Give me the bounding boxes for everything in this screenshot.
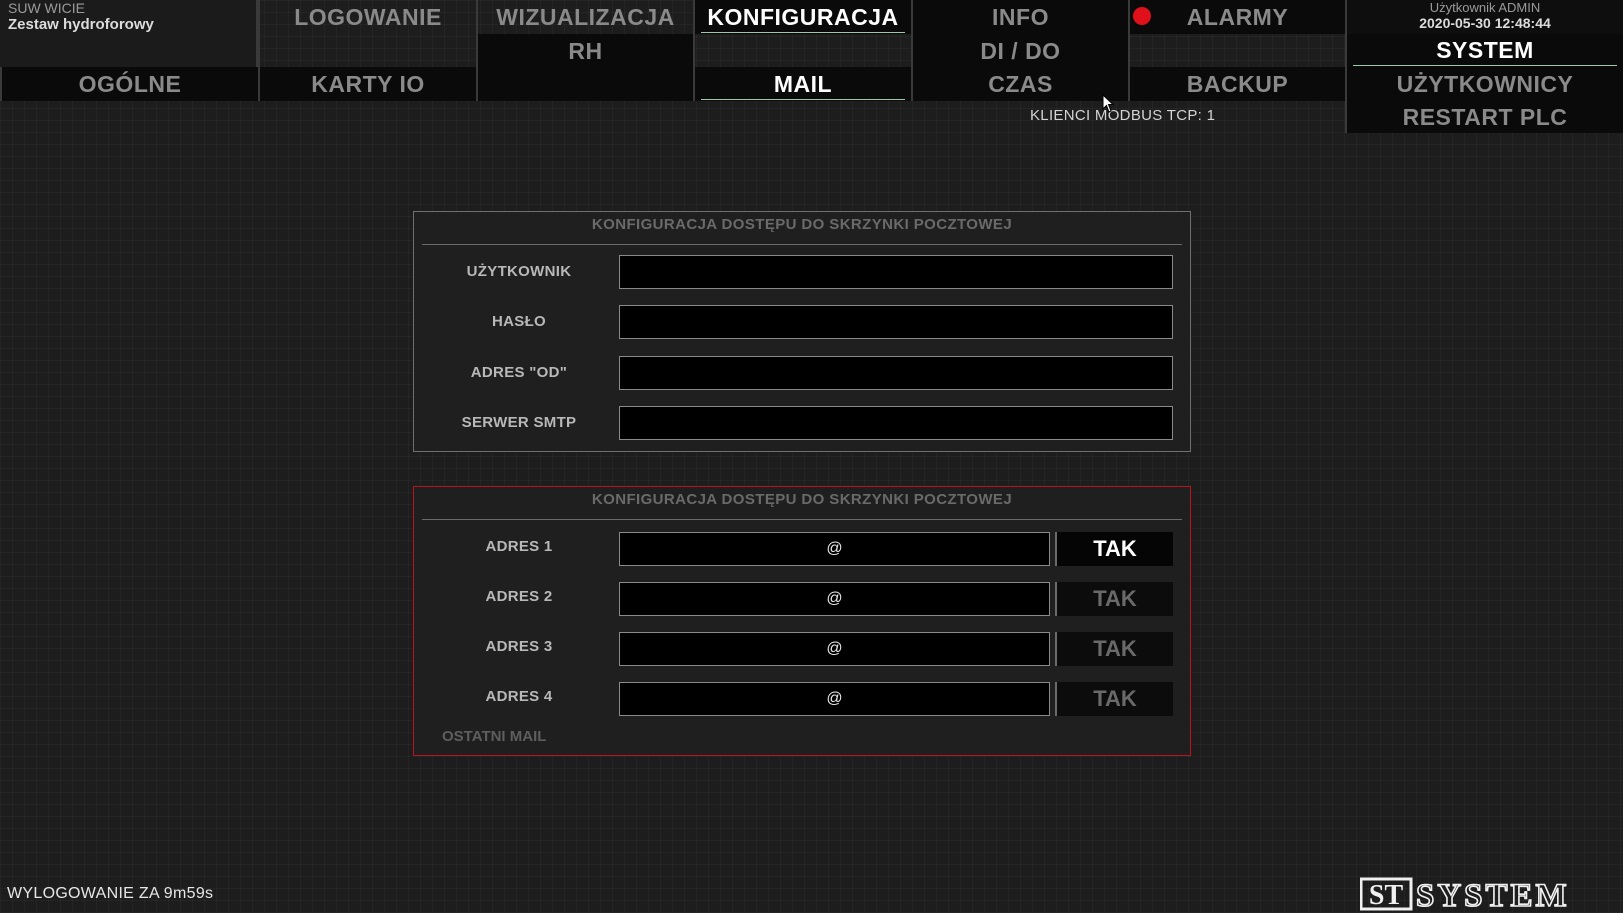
panel-title: KONFIGURACJA DOSTĘPU DO SKRZYNKI POCZTOW… <box>422 491 1182 520</box>
current-datetime: 2020-05-30 12:48:44 <box>1419 15 1551 31</box>
address-2-label: ADRES 2 <box>485 588 553 605</box>
nav-czas[interactable]: CZAS <box>913 67 1128 101</box>
logout-countdown: WYLOGOWANIE ZA 9m59s <box>7 885 214 902</box>
address-2-field[interactable]: @ <box>619 582 1050 616</box>
from-address-field[interactable] <box>619 356 1173 390</box>
nav-logowanie[interactable]: LOGOWANIE <box>260 0 476 34</box>
password-label: HASŁO <box>492 313 546 330</box>
from-address-label: ADRES "OD" <box>470 364 568 381</box>
address-3-field[interactable]: @ <box>619 632 1050 666</box>
station-subtitle: Zestaw hydroforowy <box>8 16 154 33</box>
address-4-label: ADRES 4 <box>485 688 553 705</box>
nav-rh[interactable]: RH <box>478 34 693 68</box>
address-3-enable-toggle[interactable]: TAK <box>1055 632 1173 666</box>
smtp-server-field[interactable] <box>619 406 1173 440</box>
logged-user: Użytkownik ADMIN <box>1429 0 1541 15</box>
address-4-enable-toggle[interactable]: TAK <box>1055 682 1173 716</box>
address-3-label: ADRES 3 <box>485 638 553 655</box>
logo-text: SYSTEM <box>1416 878 1570 911</box>
nav-info[interactable]: INFO <box>913 0 1128 34</box>
nav-karty-io[interactable]: KARTY IO <box>260 67 476 101</box>
password-field[interactable] <box>619 305 1173 339</box>
hmi-screen: SUW WICIE Zestaw hydroforowy LOGOWANIE W… <box>0 0 1623 913</box>
alarm-indicator-icon <box>1133 7 1151 25</box>
st-system-logo: ST SYSTEM <box>1360 877 1570 911</box>
nav-ogolne[interactable]: OGÓLNE <box>0 67 258 101</box>
address-1-field[interactable]: @ <box>619 532 1050 566</box>
address-4-field[interactable]: @ <box>619 682 1050 716</box>
modbus-client-count: KLIENCI MODBUS TCP: 1 <box>1030 107 1216 124</box>
nav-konfiguracja[interactable]: KONFIGURACJA <box>695 0 911 34</box>
mouse-pointer-icon <box>1102 94 1114 113</box>
logo-prefix: ST <box>1369 880 1404 911</box>
nav-wizualizacja[interactable]: WIZUALIZACJA <box>478 0 693 34</box>
user-status: Użytkownik ADMIN 2020-05-30 12:48:44 <box>1347 0 1623 34</box>
nav-alarmy[interactable]: ALARMY <box>1130 0 1345 34</box>
address-2-enable-toggle[interactable]: TAK <box>1055 582 1173 616</box>
last-mail-label: OSTATNI MAIL <box>442 728 547 745</box>
username-field[interactable] <box>619 255 1173 289</box>
nav-di-do[interactable]: DI / DO <box>913 34 1128 68</box>
panel-title: KONFIGURACJA DOSTĘPU DO SKRZYNKI POCZTOW… <box>422 216 1182 245</box>
nav-mail[interactable]: MAIL <box>695 67 911 101</box>
recipients-config-panel: KONFIGURACJA DOSTĘPU DO SKRZYNKI POCZTOW… <box>413 486 1191 756</box>
smtp-server-label: SERWER SMTP <box>461 414 577 431</box>
nav-backup[interactable]: BACKUP <box>1130 67 1345 101</box>
nav-uzytkownicy[interactable]: UŻYTKOWNICY <box>1347 67 1623 101</box>
address-1-enable-toggle[interactable]: TAK <box>1055 532 1173 566</box>
mailbox-config-panel: KONFIGURACJA DOSTĘPU DO SKRZYNKI POCZTOW… <box>413 211 1191 452</box>
nav-restart-plc[interactable]: RESTART PLC <box>1347 101 1623 133</box>
station-name: SUW WICIE <box>8 0 85 16</box>
username-label: UŻYTKOWNIK <box>466 263 572 280</box>
nav-empty <box>478 67 693 101</box>
address-1-label: ADRES 1 <box>485 538 553 555</box>
top-navigation: SUW WICIE Zestaw hydroforowy LOGOWANIE W… <box>0 0 1623 133</box>
nav-system[interactable]: SYSTEM <box>1347 34 1623 67</box>
station-info: SUW WICIE Zestaw hydroforowy <box>0 0 258 67</box>
